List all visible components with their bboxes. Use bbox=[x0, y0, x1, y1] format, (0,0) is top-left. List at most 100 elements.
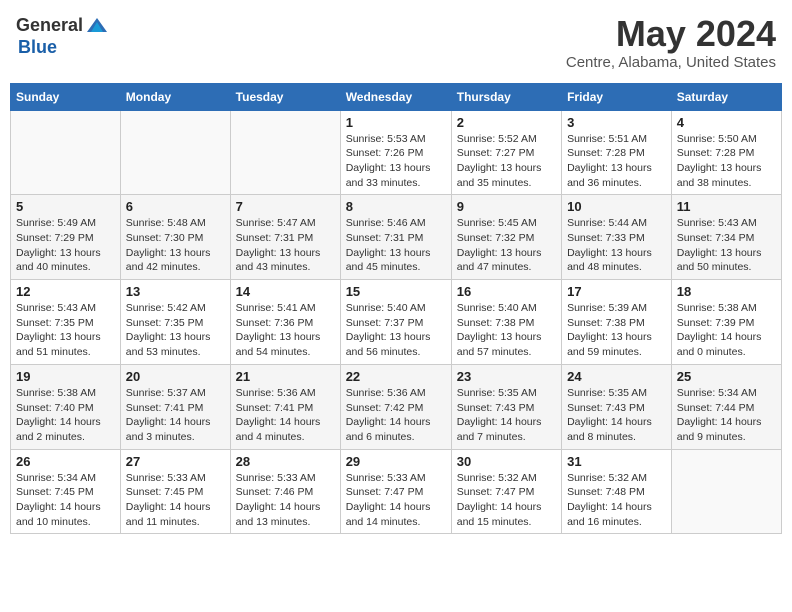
calendar-cell: 15 Sunrise: 5:40 AMSunset: 7:37 PMDayligh… bbox=[340, 280, 451, 365]
day-number: 27 bbox=[126, 454, 225, 469]
calendar-cell: 28 Sunrise: 5:33 AMSunset: 7:46 PMDayligh… bbox=[230, 449, 340, 534]
calendar-cell: 1 Sunrise: 5:53 AMSunset: 7:26 PMDaylight… bbox=[340, 110, 451, 195]
calendar-week-row: 12Sunrise: 5:43 AMSunset: 7:35 PMDayligh… bbox=[11, 280, 782, 365]
calendar-cell: 18Sunrise: 5:38 AMSunset: 7:39 PMDayligh… bbox=[671, 280, 781, 365]
weekday-header-sunday: Sunday bbox=[11, 83, 121, 110]
day-info: Sunrise: 5:47 AMSunset: 7:31 PMDaylight:… bbox=[236, 216, 335, 275]
day-number: 8 bbox=[346, 199, 446, 214]
weekday-header-tuesday: Tuesday bbox=[230, 83, 340, 110]
day-number: 3 bbox=[567, 115, 666, 130]
day-number: 25 bbox=[677, 369, 776, 384]
calendar-cell: 24 Sunrise: 5:35 AMSunset: 7:43 PMDayligh… bbox=[562, 364, 672, 449]
location-title: Centre, Alabama, United States bbox=[566, 54, 776, 71]
calendar-week-row: 19Sunrise: 5:38 AMSunset: 7:40 PMDayligh… bbox=[11, 364, 782, 449]
calendar-cell: 12Sunrise: 5:43 AMSunset: 7:35 PMDayligh… bbox=[11, 280, 121, 365]
calendar-week-row: 1 Sunrise: 5:53 AMSunset: 7:26 PMDaylight… bbox=[11, 110, 782, 195]
calendar-cell: 8 Sunrise: 5:46 AMSunset: 7:31 PMDaylight… bbox=[340, 195, 451, 280]
day-number: 15 bbox=[346, 284, 446, 299]
day-info: Sunrise: 5:40 AMSunset: 7:38 PMDaylight:… bbox=[457, 301, 556, 360]
calendar-week-row: 26Sunrise: 5:34 AMSunset: 7:45 PMDayligh… bbox=[11, 449, 782, 534]
calendar-cell: 3Sunrise: 5:51 AMSunset: 7:28 PMDaylight… bbox=[562, 110, 672, 195]
calendar-cell: 27 Sunrise: 5:33 AMSunset: 7:45 PMDayligh… bbox=[120, 449, 230, 534]
day-number: 30 bbox=[457, 454, 556, 469]
calendar-table: SundayMondayTuesdayWednesdayThursdayFrid… bbox=[10, 83, 782, 535]
day-number: 9 bbox=[457, 199, 556, 214]
day-number: 28 bbox=[236, 454, 335, 469]
logo: General Blue bbox=[16, 14, 109, 58]
calendar-cell bbox=[120, 110, 230, 195]
calendar-cell: 17Sunrise: 5:39 AMSunset: 7:38 PMDayligh… bbox=[562, 280, 672, 365]
day-info: Sunrise: 5:49 AMSunset: 7:29 PMDaylight:… bbox=[16, 216, 115, 275]
calendar-body: 1 Sunrise: 5:53 AMSunset: 7:26 PMDaylight… bbox=[11, 110, 782, 534]
weekday-header-wednesday: Wednesday bbox=[340, 83, 451, 110]
calendar-cell: 26Sunrise: 5:34 AMSunset: 7:45 PMDayligh… bbox=[11, 449, 121, 534]
calendar-cell: 16 Sunrise: 5:40 AMSunset: 7:38 PMDayligh… bbox=[451, 280, 561, 365]
month-title: May 2024 bbox=[566, 14, 776, 54]
calendar-cell: 22 Sunrise: 5:36 AMSunset: 7:42 PMDayligh… bbox=[340, 364, 451, 449]
calendar-cell: 20 Sunrise: 5:37 AMSunset: 7:41 PMDayligh… bbox=[120, 364, 230, 449]
day-number: 29 bbox=[346, 454, 446, 469]
day-info: Sunrise: 5:33 AMSunset: 7:45 PMDaylight:… bbox=[126, 471, 225, 530]
day-info: Sunrise: 5:36 AMSunset: 7:41 PMDaylight:… bbox=[236, 386, 335, 445]
day-info: Sunrise: 5:35 AMSunset: 7:43 PMDaylight:… bbox=[457, 386, 556, 445]
day-info: Sunrise: 5:50 AMSunset: 7:28 PMDaylight:… bbox=[677, 132, 776, 191]
weekday-header-thursday: Thursday bbox=[451, 83, 561, 110]
calendar-cell bbox=[11, 110, 121, 195]
weekday-header-friday: Friday bbox=[562, 83, 672, 110]
day-number: 21 bbox=[236, 369, 335, 384]
day-info: Sunrise: 5:42 AMSunset: 7:35 PMDaylight:… bbox=[126, 301, 225, 360]
calendar-cell: 23Sunrise: 5:35 AMSunset: 7:43 PMDayligh… bbox=[451, 364, 561, 449]
day-number: 22 bbox=[346, 369, 446, 384]
day-info: Sunrise: 5:32 AMSunset: 7:47 PMDaylight:… bbox=[457, 471, 556, 530]
day-number: 16 bbox=[457, 284, 556, 299]
day-number: 4 bbox=[677, 115, 776, 130]
day-info: Sunrise: 5:43 AMSunset: 7:34 PMDaylight:… bbox=[677, 216, 776, 275]
title-area: May 2024 Centre, Alabama, United States bbox=[566, 14, 776, 71]
day-number: 6 bbox=[126, 199, 225, 214]
day-number: 20 bbox=[126, 369, 225, 384]
day-info: Sunrise: 5:34 AMSunset: 7:44 PMDaylight:… bbox=[677, 386, 776, 445]
calendar-header: SundayMondayTuesdayWednesdayThursdayFrid… bbox=[11, 83, 782, 110]
day-info: Sunrise: 5:52 AMSunset: 7:27 PMDaylight:… bbox=[457, 132, 556, 191]
day-info: Sunrise: 5:41 AMSunset: 7:36 PMDaylight:… bbox=[236, 301, 335, 360]
logo-blue: Blue bbox=[18, 38, 57, 58]
calendar-cell: 21 Sunrise: 5:36 AMSunset: 7:41 PMDayligh… bbox=[230, 364, 340, 449]
day-info: Sunrise: 5:53 AMSunset: 7:26 PMDaylight:… bbox=[346, 132, 446, 191]
day-number: 1 bbox=[346, 115, 446, 130]
day-number: 2 bbox=[457, 115, 556, 130]
day-number: 14 bbox=[236, 284, 335, 299]
day-info: Sunrise: 5:40 AMSunset: 7:37 PMDaylight:… bbox=[346, 301, 446, 360]
weekday-header-monday: Monday bbox=[120, 83, 230, 110]
day-info: Sunrise: 5:37 AMSunset: 7:41 PMDaylight:… bbox=[126, 386, 225, 445]
weekday-header-saturday: Saturday bbox=[671, 83, 781, 110]
day-number: 5 bbox=[16, 199, 115, 214]
day-number: 18 bbox=[677, 284, 776, 299]
day-info: Sunrise: 5:33 AMSunset: 7:46 PMDaylight:… bbox=[236, 471, 335, 530]
day-number: 19 bbox=[16, 369, 115, 384]
weekday-header-row: SundayMondayTuesdayWednesdayThursdayFrid… bbox=[11, 83, 782, 110]
calendar-cell: 6Sunrise: 5:48 AMSunset: 7:30 PMDaylight… bbox=[120, 195, 230, 280]
day-number: 13 bbox=[126, 284, 225, 299]
calendar-cell: 2 Sunrise: 5:52 AMSunset: 7:27 PMDaylight… bbox=[451, 110, 561, 195]
day-info: Sunrise: 5:44 AMSunset: 7:33 PMDaylight:… bbox=[567, 216, 666, 275]
day-info: Sunrise: 5:46 AMSunset: 7:31 PMDaylight:… bbox=[346, 216, 446, 275]
day-info: Sunrise: 5:36 AMSunset: 7:42 PMDaylight:… bbox=[346, 386, 446, 445]
day-number: 10 bbox=[567, 199, 666, 214]
calendar-cell: 13 Sunrise: 5:42 AMSunset: 7:35 PMDayligh… bbox=[120, 280, 230, 365]
day-info: Sunrise: 5:33 AMSunset: 7:47 PMDaylight:… bbox=[346, 471, 446, 530]
day-number: 26 bbox=[16, 454, 115, 469]
calendar-week-row: 5 Sunrise: 5:49 AMSunset: 7:29 PMDaylight… bbox=[11, 195, 782, 280]
calendar-cell: 31Sunrise: 5:32 AMSunset: 7:48 PMDayligh… bbox=[562, 449, 672, 534]
calendar-cell: 4 Sunrise: 5:50 AMSunset: 7:28 PMDaylight… bbox=[671, 110, 781, 195]
day-number: 11 bbox=[677, 199, 776, 214]
calendar-cell: 5 Sunrise: 5:49 AMSunset: 7:29 PMDaylight… bbox=[11, 195, 121, 280]
day-number: 31 bbox=[567, 454, 666, 469]
calendar-cell bbox=[230, 110, 340, 195]
calendar-cell: 7Sunrise: 5:47 AMSunset: 7:31 PMDaylight… bbox=[230, 195, 340, 280]
calendar-cell: 14 Sunrise: 5:41 AMSunset: 7:36 PMDayligh… bbox=[230, 280, 340, 365]
day-number: 24 bbox=[567, 369, 666, 384]
calendar-cell: 29 Sunrise: 5:33 AMSunset: 7:47 PMDayligh… bbox=[340, 449, 451, 534]
day-info: Sunrise: 5:45 AMSunset: 7:32 PMDaylight:… bbox=[457, 216, 556, 275]
day-info: Sunrise: 5:35 AMSunset: 7:43 PMDaylight:… bbox=[567, 386, 666, 445]
day-info: Sunrise: 5:39 AMSunset: 7:38 PMDaylight:… bbox=[567, 301, 666, 360]
